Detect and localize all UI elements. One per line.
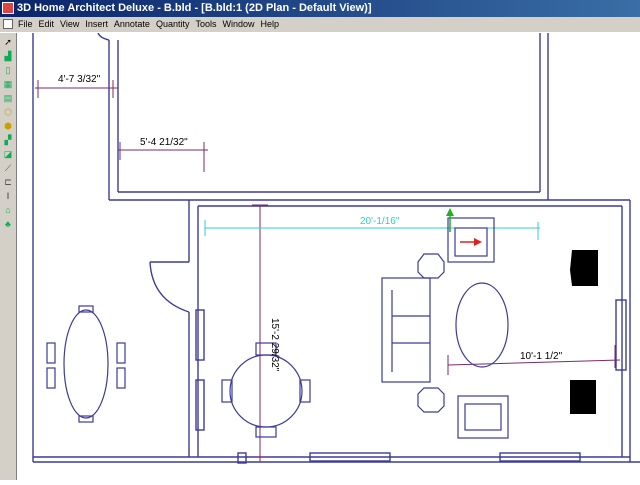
dimension-lines[interactable]: [35, 80, 621, 462]
menu-annotate[interactable]: Annotate: [114, 17, 150, 32]
menu-help[interactable]: Help: [261, 17, 280, 32]
title-bar: 3D Home Architect Deluxe - B.bld - [B.bl…: [0, 0, 640, 17]
walls[interactable]: [32, 32, 640, 464]
furniture-icon[interactable]: ⌂: [2, 205, 14, 216]
door-icon[interactable]: ▯: [2, 65, 14, 76]
select-arrow-icon[interactable]: ➚: [2, 37, 14, 48]
column-icon[interactable]: I: [2, 191, 14, 202]
plant-icon[interactable]: ♣: [2, 219, 14, 230]
room-icon[interactable]: ⬡: [2, 107, 14, 118]
menu-window[interactable]: Window: [222, 17, 254, 32]
dim-label-middle-left: 5'-4 21/32": [140, 137, 188, 148]
menu-view[interactable]: View: [60, 17, 79, 32]
dim-label-right: 10'-1 1/2": [520, 351, 563, 362]
wall-icon[interactable]: ▟: [2, 51, 14, 62]
dim-label-top-left: 4'-7 3/32": [58, 74, 101, 85]
document-icon[interactable]: [3, 19, 13, 29]
window-title: 3D Home Architect Deluxe - B.bld - [B.bl…: [17, 2, 372, 14]
dimension-icon[interactable]: ⟋: [2, 163, 14, 174]
terrain-icon[interactable]: ◪: [2, 149, 14, 160]
dining-table-left[interactable]: [46, 305, 126, 423]
menu-bar: File Edit View Insert Annotate Quantity …: [0, 17, 640, 33]
window-icon[interactable]: ▦: [2, 79, 14, 90]
menu-insert[interactable]: Insert: [85, 17, 108, 32]
stairs-icon[interactable]: ▞: [2, 135, 14, 146]
plan-canvas[interactable]: 4'-7 3/32" 5'-4 21/32" 20'-1/16" 15'-2 2…: [17, 32, 640, 480]
menu-quantity[interactable]: Quantity: [156, 17, 190, 32]
app-icon: [2, 2, 14, 14]
menu-file[interactable]: File: [18, 17, 33, 32]
menu-edit[interactable]: Edit: [39, 17, 55, 32]
menu-tools[interactable]: Tools: [195, 17, 216, 32]
cabinet-icon[interactable]: ▤: [2, 93, 14, 104]
round-dining-table[interactable]: [221, 342, 311, 438]
red-arrow-head: [474, 238, 482, 246]
living-furniture[interactable]: [381, 217, 509, 439]
text-icon[interactable]: ⊏: [2, 177, 14, 188]
speakers[interactable]: [570, 250, 598, 414]
floor-plan[interactable]: 4'-7 3/32" 5'-4 21/32" 20'-1/16" 15'-2 2…: [17, 32, 640, 480]
dim-label-cyan: 20'-1/16": [360, 216, 400, 227]
roof-icon[interactable]: ⬢: [2, 121, 14, 132]
green-arrow-head: [446, 208, 454, 216]
dim-label-vertical: 15'-2 29/32": [269, 318, 280, 372]
tool-palette: ➚ ▟ ▯ ▦ ▤ ⬡ ⬢ ▞ ◪ ⟋ ⊏ I ⌂ ♣: [0, 33, 17, 480]
